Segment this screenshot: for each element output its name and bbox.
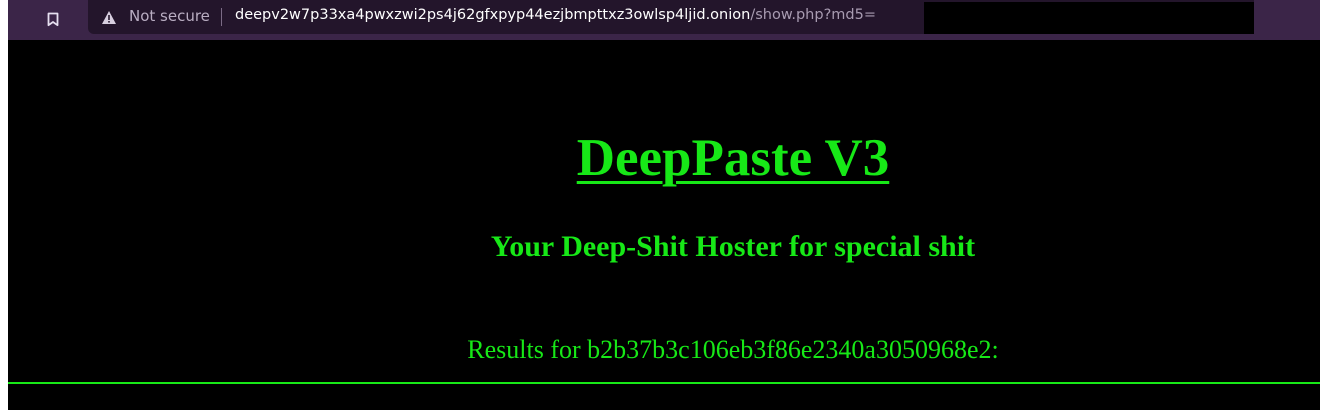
results-heading: Results for b2b37b3c106eb3f86e2340a30509… [467, 335, 999, 364]
page-title: DeepPaste V3 [576, 129, 890, 187]
browser-toolbar: Not secure deepv2w7p33xa4pwxzwi2ps4j62gf… [8, 0, 1320, 40]
url-text[interactable]: deepv2w7p33xa4pwxzwi2ps4j62gfxpyp44ezjbm… [235, 7, 876, 23]
redaction-block [924, 2, 1254, 34]
warning-icon[interactable] [100, 8, 118, 26]
address-separator [221, 8, 222, 26]
security-status-label[interactable]: Not secure [129, 7, 210, 25]
url-path: /show.php?md5= [750, 7, 876, 23]
page-tagline: Your Deep-Shit Hoster for special shit [490, 230, 976, 263]
bookmark-icon[interactable] [42, 8, 64, 30]
address-bar[interactable]: Not secure deepv2w7p33xa4pwxzwi2ps4j62gf… [88, 0, 1254, 34]
url-host: deepv2w7p33xa4pwxzwi2ps4j62gfxpyp44ezjbm… [235, 7, 751, 23]
screenshot-frame: Not secure deepv2w7p33xa4pwxzwi2ps4j62gf… [0, 0, 1328, 410]
page-viewport: DeepPaste V3 Your Deep-Shit Hoster for s… [8, 40, 1320, 410]
horizontal-rule [8, 382, 1320, 384]
